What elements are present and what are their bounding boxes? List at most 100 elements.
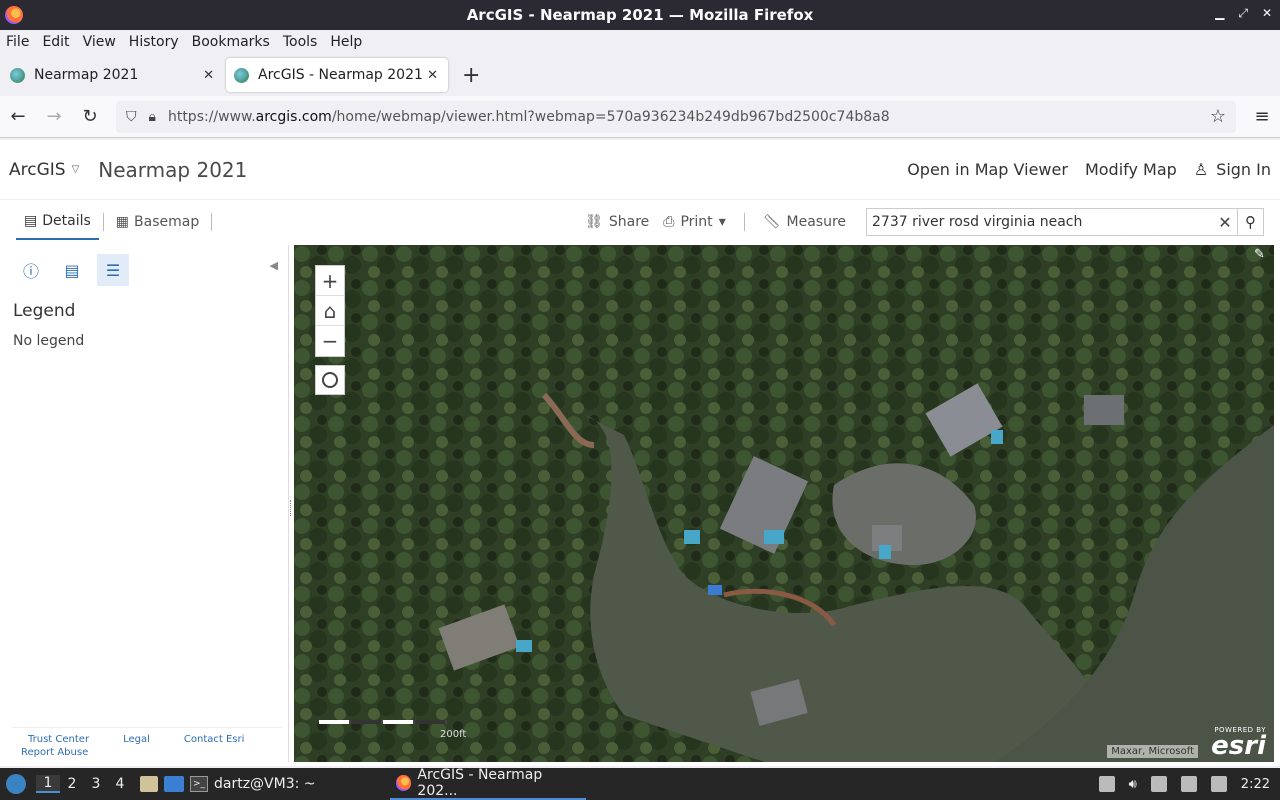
trust-center-link[interactable]: Trust Center (28, 734, 89, 745)
edit-icon[interactable]: ✎ (1254, 247, 1270, 263)
close-icon[interactable]: ✕ (1262, 6, 1272, 21)
url-path: /home/webmap/viewer.html?webmap=570a9362… (331, 108, 890, 125)
printer-icon: ⎙ (663, 214, 675, 230)
measure-button[interactable]: 📏︎ Measure (763, 214, 846, 230)
details-subtabs: ⓘ ▤ ☰ (15, 254, 288, 286)
share-button[interactable]: ⛓ Share (585, 214, 649, 230)
search-field[interactable]: 2737 river rosd virginia neach ✕ ⚲ (866, 208, 1264, 236)
system-tray: 🔊︎ 2:22 (1098, 776, 1270, 792)
workspace-1[interactable]: 1 (36, 775, 60, 793)
window-titlebar: ArcGIS - Nearmap 2021 — Mozilla Firefox … (0, 0, 1280, 30)
print-button[interactable]: ⎙ Print ▾ (663, 214, 725, 230)
menu-view[interactable]: View (83, 34, 116, 50)
map-toolbar: ▤ Details ▦ Basemap ⛓ Share ⎙ Print ▾ 📏︎… (0, 200, 1280, 244)
menu-tools[interactable]: Tools (283, 34, 318, 50)
tab-nearmap[interactable]: Nearmap 2021 ✕ (2, 58, 224, 92)
tab-basemap[interactable]: ▦ Basemap (108, 204, 207, 240)
terminal-icon[interactable]: >_ (190, 776, 208, 792)
terminal-task[interactable]: dartz@VM3: ~ (214, 776, 316, 792)
window-title: ArcGIS - Nearmap 2021 — Mozilla Firefox (466, 6, 814, 24)
menu-file[interactable]: File (6, 34, 29, 50)
volume-icon[interactable]: 🔊︎ (1129, 777, 1137, 792)
workspace-4[interactable]: 4 (108, 776, 132, 792)
hamburger-menu-icon[interactable]: ≡ (1244, 106, 1280, 127)
scale-bar (319, 720, 447, 724)
file-manager-icon[interactable] (140, 776, 158, 792)
tab-details[interactable]: ▤ Details (16, 204, 99, 240)
network-icon[interactable] (1180, 776, 1197, 792)
search-icon[interactable]: ⚲ (1237, 209, 1263, 235)
desktop-icon[interactable] (164, 776, 184, 792)
crosshair-icon (322, 372, 338, 388)
report-abuse-link[interactable]: Report Abuse (21, 747, 88, 758)
tab-close-icon[interactable]: ✕ (203, 68, 214, 83)
new-tab-icon[interactable]: + (462, 63, 480, 88)
search-input[interactable]: 2737 river rosd virginia neach (867, 214, 1213, 230)
url-text[interactable]: https://www.arcgis.com/home/webmap/viewe… (168, 109, 1210, 125)
firefox-icon (5, 6, 23, 24)
locate-button[interactable] (315, 365, 345, 395)
firefox-task-label: ArcGIS - Nearmap 202... (417, 767, 543, 799)
toolbar-actions: ⛓ Share ⎙ Print ▾ 📏︎ Measure 2737 river … (585, 208, 1264, 236)
start-menu-icon[interactable] (6, 774, 26, 794)
brand-label: ArcGIS (9, 159, 66, 180)
reload-icon[interactable]: ↻ (72, 106, 108, 127)
map-view[interactable]: + ⌂ − ✎ 200ft Maxar, Microsoft POWERED B… (294, 245, 1274, 762)
zoom-out-button[interactable]: − (316, 326, 344, 356)
modify-map-link[interactable]: Modify Map (1085, 160, 1177, 179)
back-icon[interactable]: ← (0, 106, 36, 127)
workspace-3[interactable]: 3 (84, 776, 108, 792)
legend-icon[interactable]: ☰ (97, 254, 129, 286)
menu-history[interactable]: History (129, 34, 179, 50)
forward-icon[interactable]: → (36, 106, 72, 127)
header-links: Open in Map Viewer Modify Map ♙ Sign In (907, 160, 1271, 179)
divider (102, 213, 104, 231)
url-bar[interactable]: ⛉ 🔒︎ https://www.arcgis.com/home/webmap/… (116, 100, 1236, 133)
details-label: Details (42, 213, 91, 229)
firefox-task[interactable]: ArcGIS - Nearmap 202... (389, 767, 586, 800)
info-icon[interactable]: ⓘ (15, 254, 47, 286)
tab-arcgis[interactable]: ArcGIS - Nearmap 2021 ✕ (226, 58, 448, 92)
collapse-panel-icon[interactable]: ◀ (270, 259, 278, 272)
tray-app-icon[interactable] (1098, 776, 1115, 792)
minimize-icon[interactable]: ▁ (1215, 6, 1224, 21)
tab-label: ArcGIS - Nearmap 2021 (258, 67, 423, 83)
content-icon[interactable]: ▤ (56, 254, 88, 286)
menu-edit[interactable]: Edit (42, 34, 69, 50)
zoom-in-button[interactable]: + (316, 266, 344, 296)
arcgis-brand-menu[interactable]: ArcGIS ▽ (9, 160, 79, 180)
tab-close-icon[interactable]: ✕ (427, 68, 438, 83)
print-label: Print (680, 214, 713, 230)
menu-help[interactable]: Help (330, 34, 362, 50)
sign-in-link[interactable]: ♙ Sign In (1194, 160, 1271, 179)
sign-in-label: Sign In (1216, 160, 1271, 179)
menu-bookmarks[interactable]: Bookmarks (192, 34, 270, 50)
taskbar: 1 2 3 4 >_ dartz@VM3: ~ ArcGIS - Nearmap… (0, 767, 1280, 800)
tab-label: Nearmap 2021 (34, 67, 139, 83)
panel-resize-handle[interactable] (290, 500, 292, 516)
clear-icon[interactable]: ✕ (1213, 213, 1237, 232)
basemap-label: Basemap (134, 214, 200, 230)
notification-icon[interactable] (1210, 776, 1227, 792)
legal-link[interactable]: Legal (123, 734, 150, 745)
shield-icon[interactable]: ⛉ (126, 109, 137, 125)
workspace-2[interactable]: 2 (60, 776, 84, 792)
restore-icon[interactable]: ⤢ (1238, 6, 1248, 21)
home-icon[interactable]: ⌂ (316, 296, 344, 326)
url-domain: arcgis.com (255, 108, 332, 125)
webpage: ArcGIS ▽ Nearmap 2021 Open in Map Viewer… (0, 140, 1280, 766)
lock-icon[interactable]: 🔒︎ (149, 109, 156, 125)
user-icon: ♙ (1193, 160, 1209, 179)
esri-wordmark: esri (1211, 731, 1266, 761)
basemap-icon: ▦ (115, 214, 130, 230)
bookmark-star-icon[interactable]: ☆ (1210, 106, 1226, 127)
map-attribution: Maxar, Microsoft (1107, 745, 1198, 758)
zoom-controls: + ⌂ − (315, 265, 345, 357)
taskbar-launchers: >_ dartz@VM3: ~ (140, 776, 316, 792)
measure-label: Measure (786, 214, 847, 230)
clipboard-icon[interactable] (1150, 776, 1167, 792)
contact-esri-link[interactable]: Contact Esri (184, 734, 245, 745)
open-in-map-viewer-link[interactable]: Open in Map Viewer (907, 160, 1068, 179)
link-icon: ⛓ (585, 214, 603, 230)
url-prefix: https://www. (167, 108, 256, 125)
